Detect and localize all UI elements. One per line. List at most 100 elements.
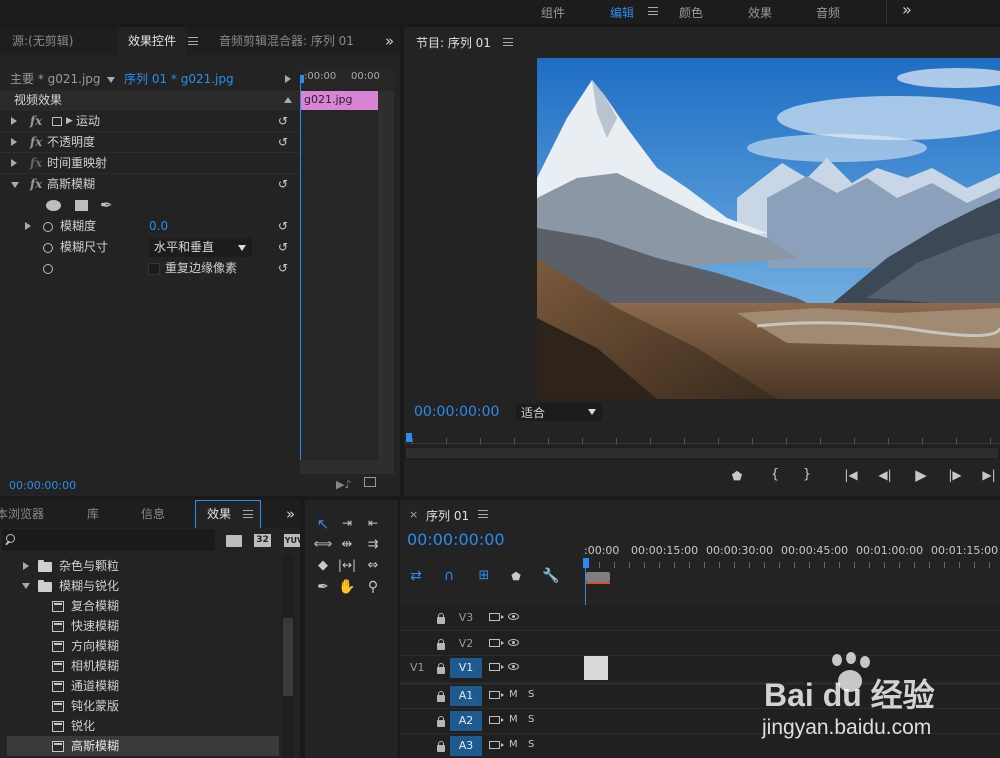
eye-icon[interactable] — [508, 639, 519, 646]
mute-button[interactable]: M — [509, 714, 518, 725]
tab-audio-clip-mixer[interactable]: 音频剪辑混合器: 序列 01 — [219, 27, 354, 55]
sync-lock-icon[interactable] — [489, 613, 504, 621]
stopwatch-icon[interactable] — [43, 222, 53, 232]
collapse-section-icon[interactable] — [284, 97, 292, 103]
hand-tool-icon[interactable]: ✋ — [337, 579, 357, 595]
mute-button[interactable]: M — [509, 689, 518, 700]
motion-transform-icon[interactable] — [52, 117, 62, 126]
reset-icon[interactable]: ↺ — [278, 136, 290, 148]
tree-effect-fast-blur[interactable]: 快速模糊 — [0, 616, 282, 636]
lock-icon[interactable] — [437, 639, 445, 650]
expand-icon[interactable] — [25, 222, 31, 230]
sync-lock-icon[interactable] — [489, 639, 504, 647]
tab-media-browser[interactable]: 本浏览器 — [0, 500, 44, 528]
blurriness-value[interactable]: 0.0 — [149, 216, 168, 237]
tree-effect-unsharp-mask[interactable]: 钝化蒙版 — [0, 696, 282, 716]
effect-controls-overflow-button[interactable]: » — [385, 27, 394, 55]
slip-tool-icon[interactable]: |↔| — [337, 558, 357, 572]
effects-scrollbar-thumb[interactable] — [283, 618, 293, 696]
fit-dropdown[interactable]: 适合 — [516, 403, 602, 421]
workspace-tab-assembly[interactable]: 组件 — [541, 4, 565, 21]
expand-icon[interactable] — [11, 159, 17, 167]
tree-effect-compound-blur[interactable]: 复合模糊 — [0, 596, 282, 616]
workspace-tab-effects[interactable]: 效果 — [748, 4, 772, 21]
go-to-out-button[interactable]: ▶| — [980, 468, 998, 482]
reset-icon[interactable]: ↺ — [278, 115, 290, 127]
audio-only-icon[interactable]: ▶♪ — [336, 478, 351, 491]
play-button[interactable]: ▶ — [912, 466, 930, 484]
workspace-overflow-button[interactable]: » — [902, 0, 912, 19]
reset-icon[interactable]: ↺ — [278, 262, 290, 274]
workspace-tab-color[interactable]: 颜色 — [679, 4, 703, 21]
track-select-backward-icon[interactable]: ⇤ — [363, 516, 383, 530]
tree-effect-directional-blur[interactable]: 方向模糊 — [0, 636, 282, 656]
linked-selection-icon[interactable]: ⊞ — [475, 568, 493, 583]
effects-scrollbar[interactable] — [282, 556, 294, 758]
eye-icon[interactable] — [508, 613, 519, 620]
sequence-menu-icon[interactable] — [478, 509, 488, 519]
effect-controls-timecode[interactable]: 00:00:00:00 — [9, 479, 76, 492]
ruler-zoom-bar[interactable] — [584, 570, 616, 584]
selection-tool-icon[interactable]: ↖ — [315, 515, 331, 533]
sync-lock-icon[interactable] — [489, 716, 504, 724]
rate-stretch-icon[interactable]: ⇉ — [363, 537, 383, 552]
lock-icon[interactable] — [437, 716, 445, 727]
reset-icon[interactable]: ↺ — [278, 241, 290, 253]
timeline-settings-icon[interactable]: 🔧 — [542, 568, 560, 584]
program-video-frame[interactable] — [537, 58, 1000, 399]
export-icon[interactable] — [364, 477, 376, 487]
expand-icon[interactable] — [11, 117, 17, 125]
effects-overflow-button[interactable]: » — [286, 500, 295, 528]
add-marker-button[interactable]: ⬟ — [730, 469, 744, 483]
zoom-bar-handle[interactable] — [406, 448, 998, 458]
master-clip-label[interactable]: 主要 * g021.jpg — [10, 69, 101, 90]
pen-tool-icon[interactable]: ✒ — [313, 579, 333, 595]
mark-in-button[interactable]: { — [768, 467, 782, 482]
lock-icon[interactable] — [437, 691, 445, 702]
solo-button[interactable]: S — [528, 689, 534, 700]
rolling-edit-icon[interactable]: ⇹ — [337, 537, 357, 552]
effect-row-gaussian-blur[interactable]: fx 高斯模糊 ↺ — [0, 174, 300, 195]
workspace-menu-icon[interactable] — [648, 6, 658, 16]
effect-row-opacity[interactable]: fx 不透明度 ↺ — [0, 132, 300, 153]
sequence-clip-label[interactable]: 序列 01 * g021.jpg — [124, 69, 234, 90]
timeline-ruler[interactable]: :00:00 00:00:15:00 00:00:30:00 00:00:45:… — [584, 540, 1000, 584]
sync-lock-icon[interactable] — [489, 691, 504, 699]
effects-menu-icon[interactable] — [243, 509, 253, 519]
fx-icon[interactable]: fx — [30, 174, 42, 195]
close-sequence-icon[interactable]: × — [409, 508, 418, 521]
program-ruler[interactable] — [404, 430, 1000, 444]
effect-controls-menu-icon[interactable] — [188, 36, 198, 46]
nest-toggle-icon[interactable]: ⇄ — [407, 568, 425, 584]
track-label-v1[interactable]: V1 — [450, 658, 482, 678]
solo-button[interactable]: S — [528, 714, 534, 725]
mute-button[interactable]: M — [509, 739, 518, 750]
ripple-edit-icon[interactable]: ⟺ — [313, 537, 333, 552]
add-marker-icon[interactable]: ⬟ — [509, 570, 523, 583]
effect-timeline-hscroll[interactable] — [300, 460, 394, 474]
track-select-forward-icon[interactable]: ⇥ — [337, 516, 357, 530]
dimension-dropdown[interactable]: 水平和垂直 — [149, 238, 252, 257]
timeline-playhead-handle[interactable] — [583, 558, 589, 568]
tree-effect-sharpen[interactable]: 锐化 — [0, 716, 282, 736]
eye-icon[interactable] — [508, 663, 519, 670]
program-monitor-title[interactable]: 节目: 序列 01 — [416, 34, 491, 51]
mark-out-button[interactable]: } — [800, 467, 814, 482]
step-forward-button[interactable]: |▶ — [946, 468, 964, 482]
source-patch-v1[interactable]: V1 — [410, 661, 425, 674]
pen-mask-icon[interactable]: ✒ — [100, 195, 113, 216]
lock-icon[interactable] — [437, 613, 445, 624]
tab-effect-controls[interactable]: 效果控件 — [118, 27, 187, 55]
stopwatch-icon[interactable] — [43, 264, 53, 274]
repeat-edge-checkbox[interactable] — [148, 263, 160, 275]
effect-playhead-handle[interactable] — [300, 75, 304, 83]
master-dropdown-icon[interactable] — [107, 77, 115, 83]
solo-button[interactable]: S — [528, 739, 534, 750]
slide-tool-icon[interactable]: ⇔ — [363, 558, 383, 573]
v1-clip[interactable] — [584, 656, 608, 680]
program-monitor-menu-icon[interactable] — [503, 37, 513, 47]
fx-icon[interactable]: fx — [30, 111, 42, 132]
step-back-button[interactable]: ◀| — [876, 468, 894, 482]
accelerated-effects-icon[interactable] — [226, 535, 242, 547]
sync-lock-icon[interactable] — [489, 741, 504, 749]
